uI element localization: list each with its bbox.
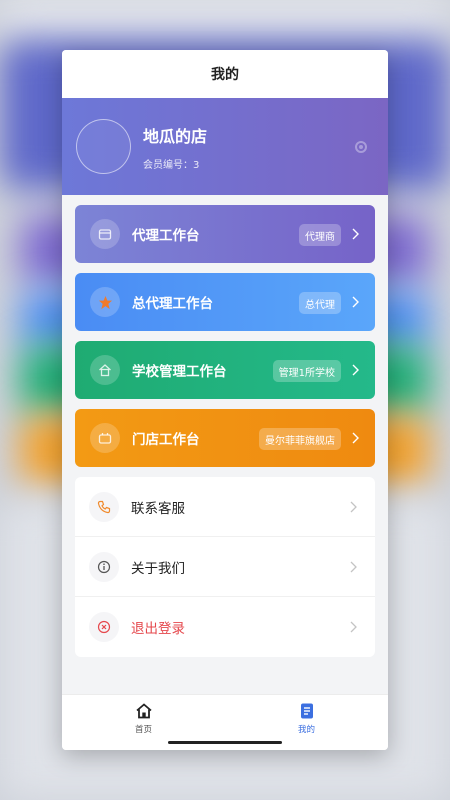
workbench-cards: 代理工作台 代理商 总代理工作台 总代理 学校管理工作台 管理1所学校 门店工作… [62, 195, 388, 467]
store-icon [90, 219, 120, 249]
menu-label: 联系客服 [131, 500, 185, 517]
chevron-right-icon [350, 501, 357, 513]
home-tab-icon [135, 703, 152, 719]
shop-icon [90, 423, 120, 453]
member-number: 会员编号：3 [143, 156, 207, 171]
nav-bar: 我的 [62, 50, 388, 98]
avatar[interactable] [76, 119, 131, 174]
tab-label: 我的 [297, 725, 315, 735]
tab-label: 首页 [134, 725, 152, 735]
phone-icon [89, 491, 119, 522]
card-title: 门店工作台 [132, 432, 200, 448]
settings-icon[interactable] [354, 140, 368, 154]
page-title: 我的 [211, 67, 239, 83]
profile-header: 地瓜的店 会员编号：3 [62, 98, 388, 195]
member-number-value: 3 [193, 159, 200, 171]
settings-list: 联系客服 关于我们 退出登录 [75, 477, 375, 657]
card-store-workbench[interactable]: 门店工作台 曼尔菲菲旗舰店 [75, 409, 375, 467]
home-indicator [168, 741, 282, 744]
chevron-right-icon [350, 621, 357, 633]
role-badge: 管理1所学校 [272, 360, 341, 382]
card-school-management-workbench[interactable]: 学校管理工作台 管理1所学校 [75, 341, 375, 399]
home-icon [90, 355, 120, 385]
card-title: 代理工作台 [132, 228, 200, 244]
role-badge: 总代理 [299, 292, 341, 314]
chevron-right-icon [352, 364, 359, 376]
role-badge: 代理商 [299, 224, 341, 246]
info-icon [89, 551, 119, 582]
menu-logout[interactable]: 退出登录 [75, 597, 375, 657]
menu-about-us[interactable]: 关于我们 [75, 537, 375, 597]
member-number-label: 会员编号： [143, 159, 193, 171]
tab-bar: 首页 我的 [62, 694, 388, 750]
menu-label: 关于我们 [131, 560, 185, 577]
menu-label: 退出登录 [131, 621, 185, 637]
card-title: 总代理工作台 [132, 296, 213, 312]
chevron-right-icon [352, 296, 359, 308]
shop-name: 地瓜的店 [143, 126, 208, 146]
menu-contact-support[interactable]: 联系客服 [75, 477, 375, 537]
chevron-right-icon [352, 432, 359, 444]
store-badge: 曼尔菲菲旗舰店 [259, 428, 341, 450]
profile-tab-icon [300, 703, 313, 719]
card-agent-workbench[interactable]: 代理工作台 代理商 [75, 205, 375, 263]
phone-screen: 我的 地瓜的店 会员编号：3 代理工作台 代理商 总代理工作台 总代理 学校管理… [62, 50, 388, 750]
logout-icon [89, 612, 119, 642]
star-icon [90, 287, 120, 317]
card-title: 学校管理工作台 [132, 364, 227, 380]
card-general-agent-workbench[interactable]: 总代理工作台 总代理 [75, 273, 375, 331]
chevron-right-icon [352, 228, 359, 240]
chevron-right-icon [350, 561, 357, 573]
